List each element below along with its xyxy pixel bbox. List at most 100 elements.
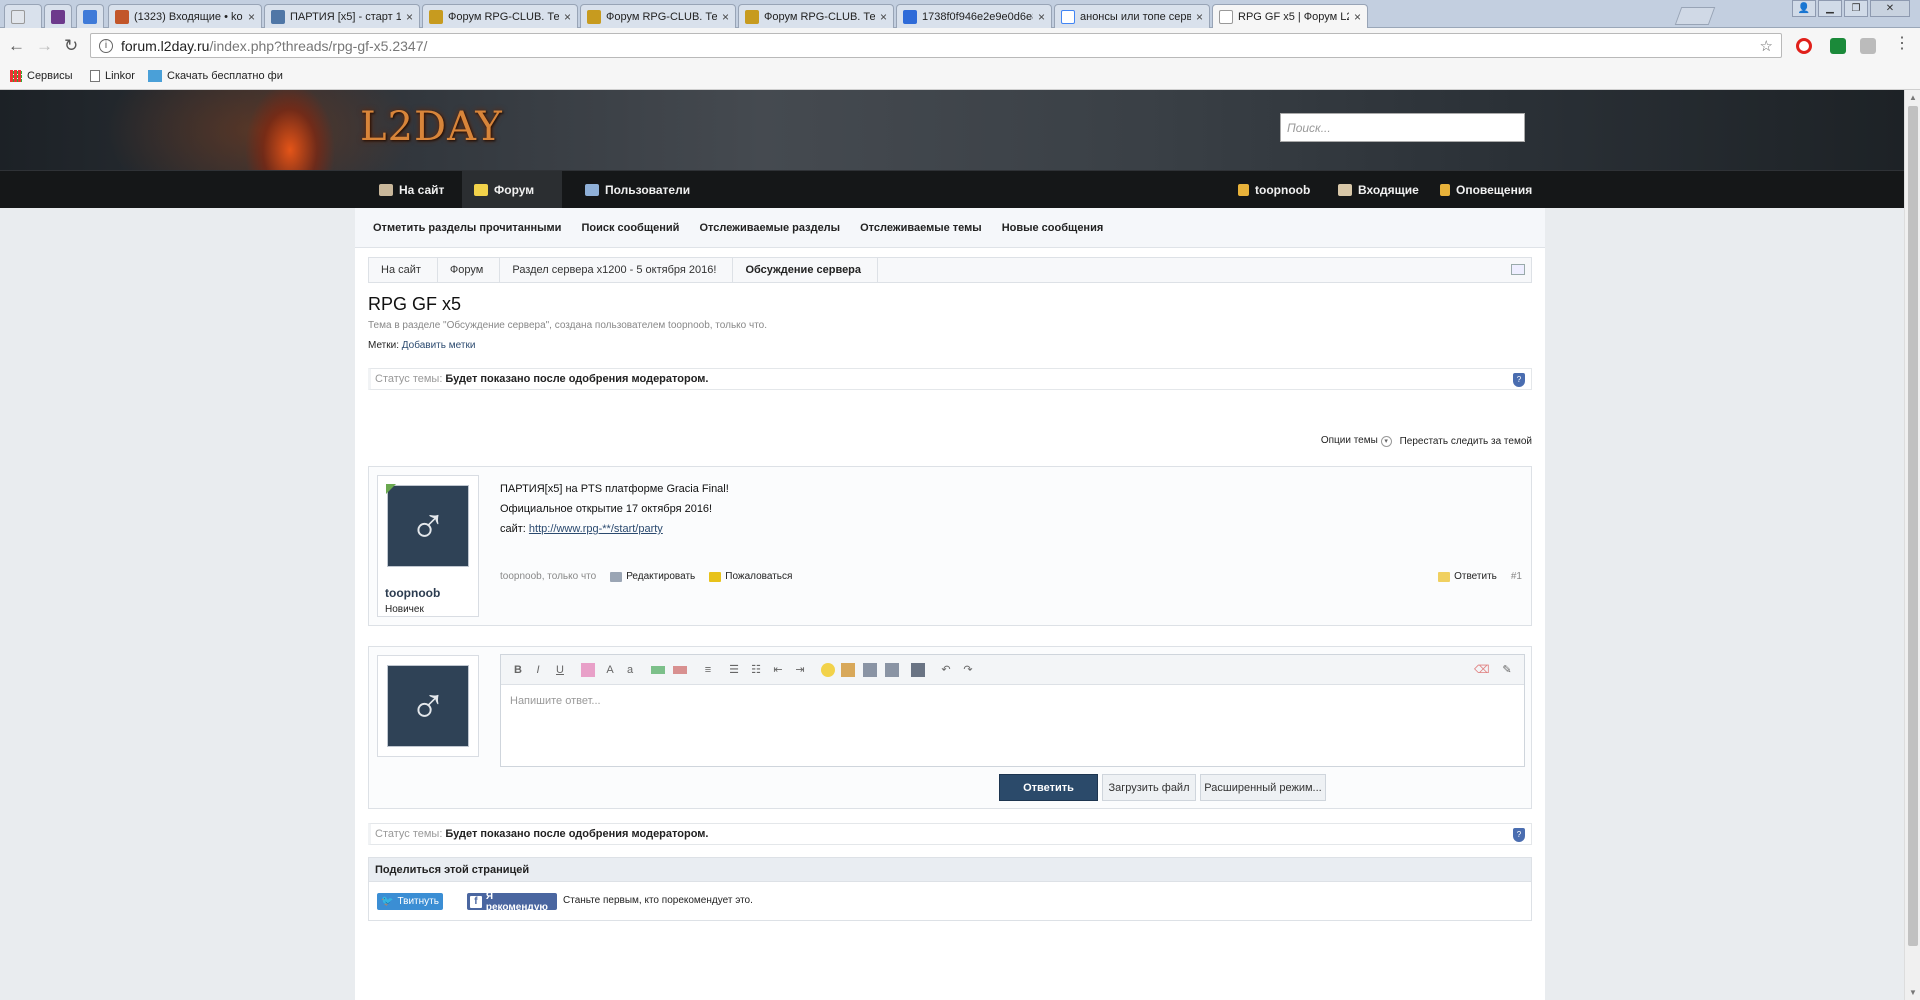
browser-tab[interactable] (4, 4, 42, 28)
post-author[interactable]: toopnoob (385, 586, 440, 600)
scroll-down-icon[interactable]: ▼ (1909, 988, 1917, 997)
smilie-icon[interactable] (821, 663, 835, 677)
back-icon[interactable]: ← (8, 36, 25, 56)
image-icon[interactable] (841, 663, 855, 677)
breadcrumb-item[interactable]: Обсуждение сервера (733, 258, 879, 282)
facebook-like-button[interactable]: fЯ рекомендую (467, 891, 557, 913)
report-button[interactable]: Пожаловаться (709, 571, 792, 582)
subnav-new-posts[interactable]: Новые сообщения (1002, 222, 1104, 234)
browser-tab[interactable]: Форум RPG-CLUB. Тема: RP × (422, 4, 578, 28)
tab-favicon-icon (1219, 10, 1233, 24)
scroll-up-icon[interactable]: ▲ (1909, 93, 1917, 102)
new-tab-button[interactable] (1674, 7, 1716, 25)
nav-account[interactable]: toopnoob (1226, 171, 1322, 209)
post-number[interactable]: #1 (1511, 571, 1522, 582)
url-input[interactable]: i forum.l2day.ru/index.php?threads/rpg-g… (90, 33, 1782, 58)
subnav-watched-threads[interactable]: Отслеживаемые темы (860, 222, 982, 234)
breadcrumb-item[interactable]: Раздел сервера x1200 - 5 октября 2016! (500, 258, 734, 282)
tab-close-icon[interactable]: × (1354, 10, 1361, 24)
bookmark-download[interactable]: Скачать бесплатно фи (148, 70, 283, 82)
reply-link[interactable]: Ответить (1438, 571, 1497, 582)
search-input[interactable]: Поиск... (1280, 113, 1525, 142)
page-info-icon[interactable]: i (99, 38, 113, 53)
reply-editor[interactable]: B I U A a ≡ ☰ ☷ ⇤ ⇥ ↶ ↷ ⌫ ✎ Напишите отв… (500, 654, 1525, 767)
opera-extension-icon[interactable] (1796, 38, 1812, 54)
post-meta[interactable]: toopnoob, только что (500, 571, 596, 582)
breadcrumb-item[interactable]: Форум (438, 258, 501, 282)
thread-options-menu[interactable]: Опции темы ▾ (1321, 435, 1392, 447)
tab-close-icon[interactable]: × (564, 10, 571, 24)
jump-menu-icon[interactable] (1511, 264, 1525, 275)
undo-icon[interactable]: ↶ (939, 663, 953, 677)
subnav-search-posts[interactable]: Поиск сообщений (581, 222, 679, 234)
add-tags-link[interactable]: Добавить метки (402, 340, 476, 351)
profile-icon[interactable]: 👤 (1792, 0, 1816, 17)
breadcrumb-item[interactable]: На сайт (369, 258, 438, 282)
browser-tab[interactable] (44, 4, 72, 28)
tweet-button[interactable]: 🐦 Твитнуть (377, 893, 443, 910)
align-icon[interactable]: ≡ (701, 663, 715, 677)
submit-reply-button[interactable]: Ответить (999, 774, 1098, 801)
unwatch-link[interactable]: Перестать следить за темой (1400, 436, 1532, 447)
browser-tab[interactable]: 1738f0f946e2e9e0d6e83a × (896, 4, 1052, 28)
save-icon[interactable] (911, 663, 925, 677)
avatar[interactable]: ♂ (387, 485, 469, 567)
menu-icon[interactable]: ⋮ (1894, 34, 1910, 54)
tab-close-icon[interactable]: × (1038, 10, 1045, 24)
browser-tab[interactable]: ПАРТИЯ [x5] - старт 17 ок × (264, 4, 420, 28)
outdent-icon[interactable]: ⇤ (771, 663, 785, 677)
reload-icon[interactable]: ↻ (64, 36, 78, 56)
bullet-list-icon[interactable]: ☰ (727, 663, 741, 677)
redo-icon[interactable]: ↷ (961, 663, 975, 677)
tab-close-icon[interactable]: × (722, 10, 729, 24)
close-window-icon[interactable]: ✕ (1870, 0, 1910, 17)
edit-button[interactable]: Редактировать (610, 571, 695, 582)
font-size-icon[interactable]: A (603, 663, 617, 677)
browser-tab[interactable] (76, 4, 104, 28)
forward-icon[interactable]: → (36, 36, 53, 56)
numbered-list-icon[interactable]: ☷ (749, 663, 763, 677)
browser-tab[interactable]: (1323) Входящие • korolik × (108, 4, 262, 28)
nav-alerts[interactable]: Оповещения (1428, 171, 1544, 209)
minimize-icon[interactable]: ▁ (1818, 0, 1842, 17)
bookmark-services[interactable]: Сервисы (10, 70, 73, 82)
n-extension-icon[interactable] (1860, 38, 1876, 54)
nav-inbox[interactable]: Входящие (1326, 171, 1431, 209)
underline-icon[interactable]: U (553, 663, 567, 677)
bookmark-linkor[interactable]: Linkor (90, 70, 135, 82)
eraser-icon[interactable]: ⌫ (1474, 663, 1490, 677)
font-family-icon[interactable]: a (623, 663, 637, 677)
advanced-mode-button[interactable]: Расширенный режим... (1200, 774, 1326, 801)
tab-close-icon[interactable]: × (248, 10, 255, 24)
page-viewport: L2DAY Поиск... На сайт Форум Пользовател… (0, 90, 1904, 1000)
browser-tab[interactable]: анонсы или топе серверо × (1054, 4, 1210, 28)
bookmark-star-icon[interactable]: ☆ (1760, 37, 1773, 55)
maximize-icon[interactable]: ❐ (1844, 0, 1868, 17)
scroll-thumb[interactable] (1908, 106, 1918, 946)
media-icon[interactable] (863, 663, 877, 677)
browser-tab-active[interactable]: RPG GF x5 | Форум L2Day. × (1212, 4, 1368, 29)
indent-icon[interactable]: ⇥ (793, 663, 807, 677)
toggle-bbcode-icon[interactable]: ✎ (1500, 663, 1514, 677)
browser-tab[interactable]: Форум RPG-CLUB. Тема: Па × (580, 4, 736, 28)
green-extension-icon[interactable] (1830, 38, 1846, 54)
tab-close-icon[interactable]: × (406, 10, 413, 24)
bold-icon[interactable]: B (511, 663, 525, 677)
subnav-watched-forums[interactable]: Отслеживаемые разделы (699, 222, 840, 234)
link-icon[interactable] (651, 666, 665, 674)
post-link[interactable]: http://www.rpg-**/start/party (529, 523, 663, 535)
page-scrollbar[interactable]: ▲ ▼ (1904, 90, 1920, 1000)
tab-close-icon[interactable]: × (1196, 10, 1203, 24)
tab-close-icon[interactable]: × (880, 10, 887, 24)
upload-file-button[interactable]: Загрузить файл (1102, 774, 1196, 801)
browser-tab[interactable]: Форум RPG-CLUB. Тема: Па × (738, 4, 894, 28)
subnav-mark-read[interactable]: Отметить разделы прочитанными (373, 222, 561, 234)
nav-home[interactable]: На сайт (367, 171, 456, 209)
nav-forum[interactable]: Форум (462, 171, 562, 209)
nav-users[interactable]: Пользователи (573, 171, 702, 209)
insert-icon[interactable] (885, 663, 899, 677)
site-logo[interactable]: L2DAY (360, 104, 503, 150)
unlink-icon[interactable] (673, 666, 687, 674)
color-icon[interactable] (581, 663, 595, 677)
italic-icon[interactable]: I (531, 663, 545, 677)
